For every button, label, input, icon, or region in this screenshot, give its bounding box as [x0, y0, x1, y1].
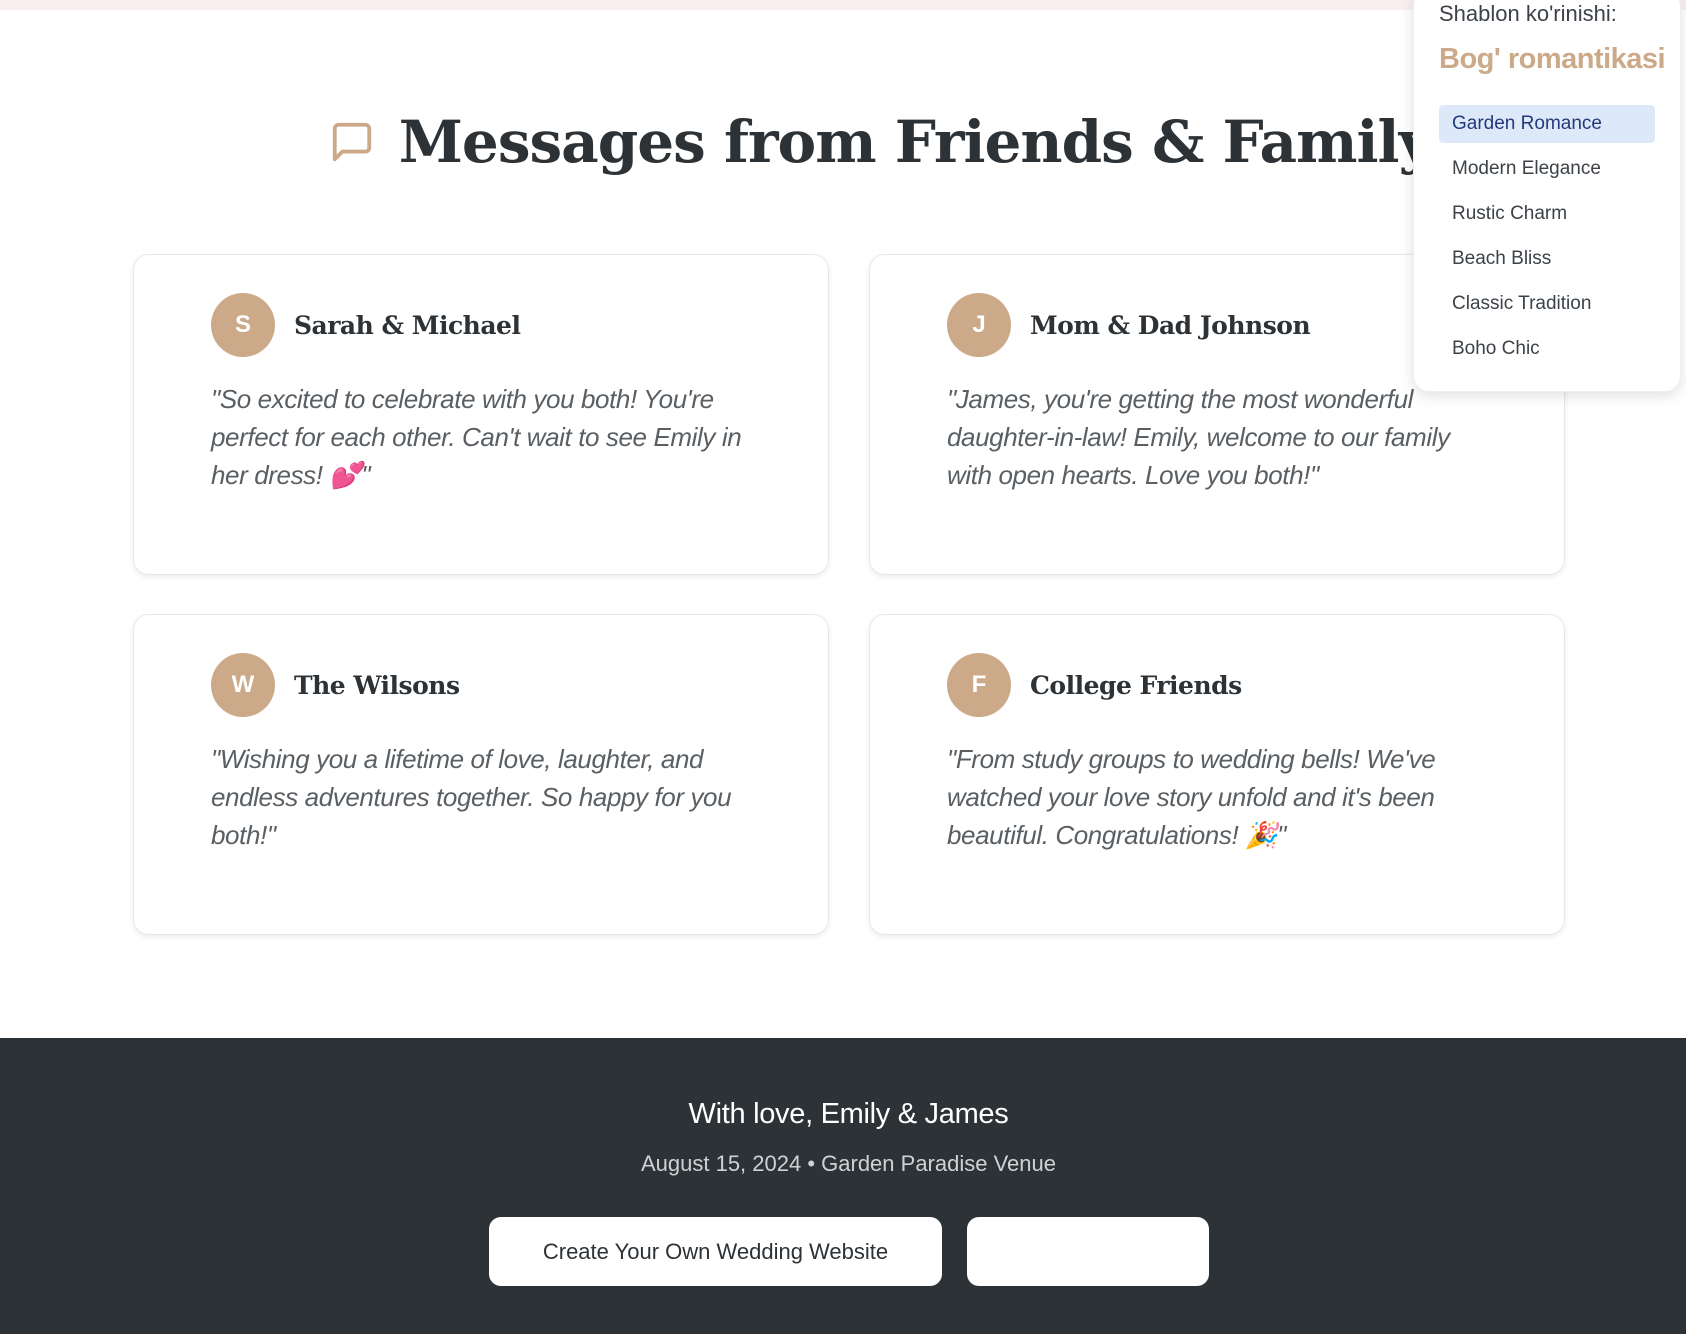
- message-author: Sarah & Michael: [294, 310, 521, 340]
- message-card-header: W The Wilsons: [211, 653, 752, 717]
- avatar: J: [947, 293, 1011, 357]
- message-author: The Wilsons: [294, 670, 460, 700]
- message-card: F College Friends "From study groups to …: [869, 614, 1565, 935]
- template-option-garden-romance[interactable]: Garden Romance: [1439, 105, 1655, 143]
- message-text: "James, you're getting the most wonderfu…: [947, 384, 1450, 490]
- message-card-header: F College Friends: [947, 653, 1488, 717]
- avatar: W: [211, 653, 275, 717]
- template-options-list: Garden Romance Modern Elegance Rustic Ch…: [1439, 105, 1655, 375]
- message-text: "Wishing you a lifetime of love, laughte…: [211, 744, 732, 850]
- template-option-beach-bliss[interactable]: Beach Bliss: [1439, 240, 1655, 278]
- template-option-rustic-charm[interactable]: Rustic Charm: [1439, 195, 1655, 233]
- message-square-icon: [329, 119, 375, 165]
- message-card-header: J Mom & Dad Johnson: [947, 293, 1488, 357]
- footer-signature: With love, Emily & James: [688, 1098, 1009, 1130]
- section-title: Messages from Friends & Family: [398, 108, 1433, 176]
- template-option-boho-chic[interactable]: Boho Chic: [1439, 330, 1655, 368]
- footer-event-info: August 15, 2024 • Garden Paradise Venue: [640, 1151, 1056, 1176]
- message-text: "From study groups to wedding bells! We'…: [947, 744, 1436, 850]
- template-picker-current: Bog' romantikasi: [1439, 43, 1666, 75]
- template-picker-label: Shablon ko'rinishi:: [1439, 1, 1617, 26]
- message-card: W The Wilsons "Wishing you a lifetime of…: [133, 614, 829, 935]
- message-card: S Sarah & Michael "So excited to celebra…: [133, 254, 829, 575]
- template-option-modern-elegance[interactable]: Modern Elegance: [1439, 150, 1655, 188]
- message-card-header: S Sarah & Michael: [211, 293, 752, 357]
- secondary-footer-button[interactable]: [967, 1217, 1209, 1286]
- message-author: College Friends: [1030, 670, 1242, 700]
- template-picker-dropdown: Shablon ko'rinishi: Bog' romantikasi Gar…: [1413, 0, 1681, 392]
- avatar: F: [947, 653, 1011, 717]
- page-footer: With love, Emily & James August 15, 2024…: [0, 1038, 1686, 1334]
- create-website-button[interactable]: Create Your Own Wedding Website: [489, 1217, 942, 1286]
- message-text: "So excited to celebrate with you both! …: [211, 384, 742, 490]
- messages-grid: S Sarah & Michael "So excited to celebra…: [133, 254, 1565, 935]
- wedding-page: Messages from Friends & Family S Sarah &…: [0, 0, 1686, 1334]
- avatar: S: [211, 293, 275, 357]
- template-option-classic-tradition[interactable]: Classic Tradition: [1439, 285, 1655, 323]
- message-author: Mom & Dad Johnson: [1030, 310, 1311, 340]
